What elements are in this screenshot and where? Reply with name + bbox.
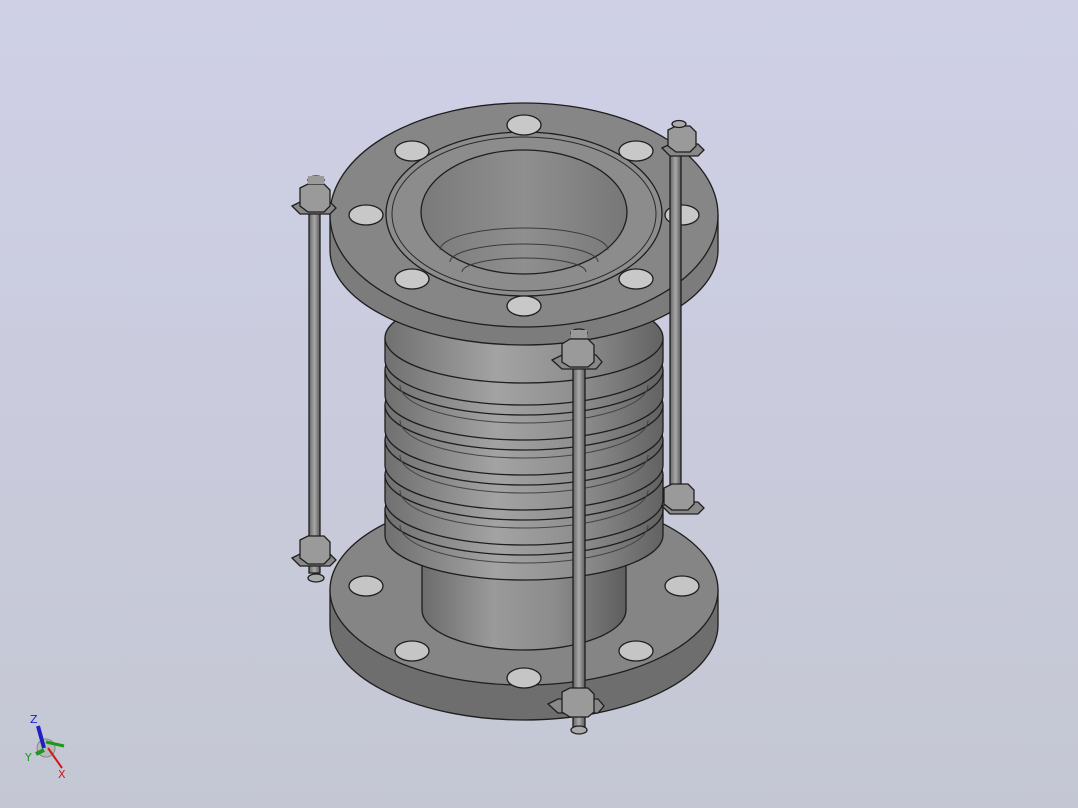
expansion-joint-model[interactable]	[290, 102, 719, 735]
y-axis-label: Y	[24, 751, 32, 764]
x-axis-label: X	[58, 768, 66, 781]
3d-viewport[interactable]	[0, 0, 1078, 808]
axis-triad: Z Y X	[24, 713, 66, 781]
z-axis-label: Z	[30, 713, 38, 726]
top-flange[interactable]	[329, 102, 719, 346]
